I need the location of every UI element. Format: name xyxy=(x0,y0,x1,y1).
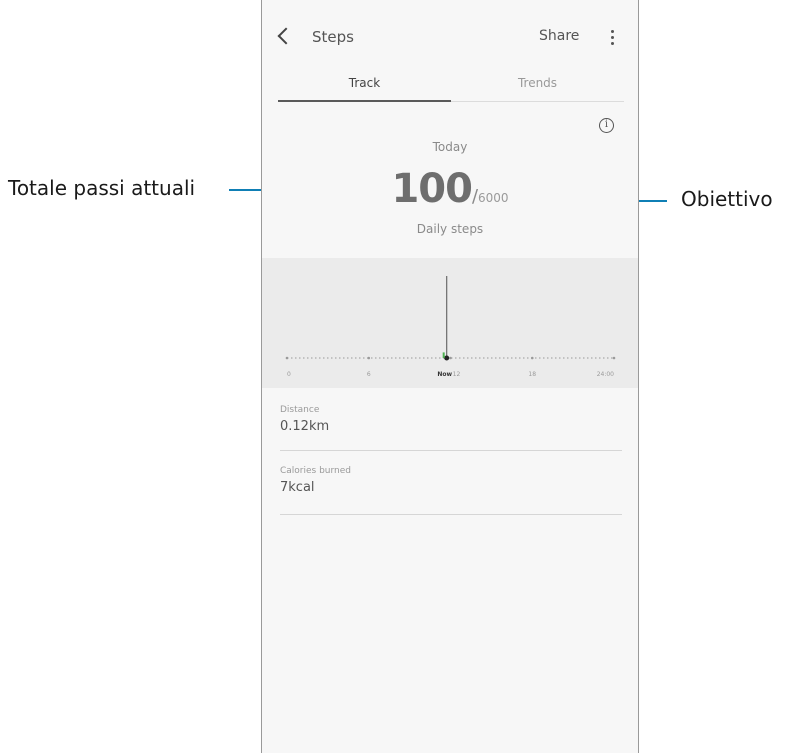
chart-tick-dot xyxy=(530,356,534,360)
step-count-row: 100/6000 xyxy=(262,166,638,212)
step-target: 6000 xyxy=(478,191,509,205)
annotation-current-steps: Totale passi attuali xyxy=(8,176,196,200)
info-icon[interactable]: i xyxy=(599,118,614,133)
chart-tick-label: Now xyxy=(437,371,452,378)
phone-screen: Steps Share Track Trends i Today 100/600… xyxy=(261,0,639,753)
stat-calories: Calories burned 7kcal xyxy=(280,466,622,495)
app-bar: Steps Share xyxy=(262,22,638,58)
back-arrow-icon[interactable] xyxy=(277,27,295,45)
period-label: Today xyxy=(432,140,468,154)
chart-svg: 0 6 Now 12 18 24:00 xyxy=(285,276,616,378)
stat-distance-value: 0.12km xyxy=(280,419,330,434)
divider xyxy=(280,514,622,515)
chart-tick-label: 6 xyxy=(367,371,371,378)
tab-trends[interactable]: Trends xyxy=(451,76,624,90)
chart-tick-dot xyxy=(612,356,616,360)
tab-bar: Track Trends xyxy=(278,70,624,104)
stat-calories-value: 7kcal xyxy=(280,480,315,495)
chart-now-dot xyxy=(444,355,450,361)
page-title: Steps xyxy=(312,28,354,46)
stat-distance-label: Distance xyxy=(280,405,320,415)
chart-tick-dot xyxy=(449,356,452,360)
divider xyxy=(280,450,622,451)
stat-calories-label: Calories burned xyxy=(280,466,352,476)
chart-tick-label: 12 xyxy=(453,371,461,378)
chart-tick-label: 24:00 xyxy=(597,371,614,378)
tab-selected-indicator xyxy=(278,100,451,102)
chart-tick-dot xyxy=(367,356,371,360)
chart-tick-dot xyxy=(285,356,289,360)
chart-bar xyxy=(442,352,445,358)
step-count: 100 xyxy=(391,166,472,212)
chart-tick-label: 0 xyxy=(287,371,291,378)
more-options-icon[interactable] xyxy=(611,30,615,48)
tab-divider xyxy=(451,101,624,102)
chart-tick-label: 18 xyxy=(528,371,536,378)
share-button[interactable]: Share xyxy=(539,28,579,44)
steps-chart: 0 6 Now 12 18 24:00 xyxy=(262,258,638,388)
tab-track[interactable]: Track xyxy=(278,76,451,90)
annotation-goal: Obiettivo xyxy=(681,187,773,211)
stat-distance: Distance 0.12km xyxy=(280,405,622,434)
daily-steps-caption: Daily steps xyxy=(416,222,484,236)
